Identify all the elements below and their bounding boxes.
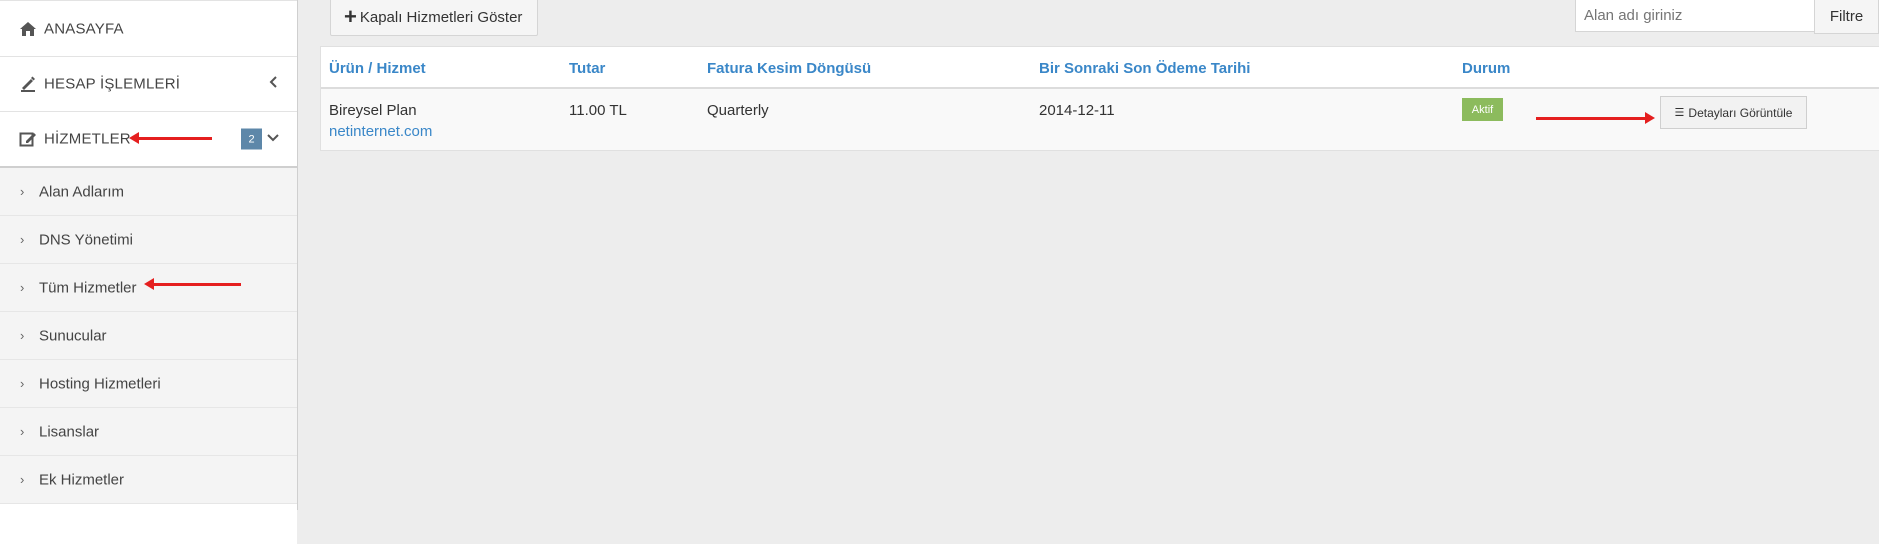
sidebar-item-lisanslar[interactable]: › Lisanslar (0, 408, 297, 456)
nav-account-label: HESAP İŞLEMLERİ (44, 75, 181, 93)
status-badge: Aktif (1462, 98, 1503, 121)
column-header-status[interactable]: Durum (1462, 60, 1510, 77)
nav-account[interactable]: HESAP İŞLEMLERİ (0, 57, 297, 112)
amount-value: 11.00 TL (569, 102, 627, 119)
chevron-left-icon (269, 75, 279, 93)
sidebar-item-label: Hosting Hizmetleri (39, 375, 161, 392)
annotation-arrow (129, 132, 212, 144)
chevron-right-icon: › (20, 471, 25, 487)
column-header-product[interactable]: Ürün / Hizmet (329, 60, 426, 77)
view-details-button[interactable]: ☰ Detayları Görüntüle (1660, 96, 1807, 129)
view-details-label: Detayları Görüntüle (1688, 105, 1793, 120)
service-domain-link[interactable]: netinternet.com (329, 123, 432, 140)
column-header-cycle[interactable]: Fatura Kesim Döngüsü (707, 60, 871, 77)
due-date-value: 2014-12-11 (1039, 102, 1115, 119)
column-header-due-date[interactable]: Bir Sonraki Son Ödeme Tarihi (1039, 60, 1250, 77)
sidebar-item-label: Sunucular (39, 327, 107, 344)
home-icon (18, 19, 38, 39)
list-icon: ☰ (1674, 107, 1685, 119)
billing-cycle-value: Quarterly (707, 102, 769, 119)
sidebar-item-label: Ek Hizmetler (39, 471, 125, 488)
sidebar-bottom-spacer (0, 504, 297, 544)
services-table: Ürün / Hizmet Tutar Fatura Kesim Döngüsü… (320, 46, 1879, 151)
sidebar-item-label: Lisanslar (39, 423, 100, 440)
sidebar: ANASAYFA HESAP İŞLEMLERİ HİZMETLER 2 › A… (0, 0, 298, 544)
nav-services-label: HİZMETLER (44, 130, 131, 148)
sidebar-item-hosting-hizmetleri[interactable]: › Hosting Hizmetleri (0, 360, 297, 408)
sidebar-item-ek-hizmetler[interactable]: › Ek Hizmetler (0, 456, 297, 504)
nav-services[interactable]: HİZMETLER 2 (0, 112, 297, 168)
annotation-arrow (144, 278, 241, 290)
annotation-arrow (1536, 112, 1655, 124)
chevron-right-icon: › (20, 231, 25, 247)
edit-icon (18, 129, 38, 149)
chevron-right-icon: › (20, 423, 25, 439)
show-closed-services-label: Kapalı Hizmetleri Göster (359, 8, 523, 26)
sidebar-item-label: Tüm Hizmetler (39, 279, 137, 296)
sidebar-item-dns-yonetimi[interactable]: › DNS Yönetimi (0, 216, 297, 264)
domain-search-input[interactable] (1575, 0, 1815, 32)
chevron-right-icon: › (20, 279, 25, 295)
sidebar-item-label: Alan Adlarım (39, 183, 125, 200)
nav-home-label: ANASAYFA (44, 20, 124, 37)
nav-home[interactable]: ANASAYFA (0, 0, 297, 57)
account-icon (18, 74, 38, 94)
sidebar-item-sunucular[interactable]: › Sunucular (0, 312, 297, 360)
filter-button[interactable]: Filtre (1814, 0, 1879, 34)
chevron-right-icon: › (20, 327, 25, 343)
sidebar-item-label: DNS Yönetimi (39, 231, 133, 248)
services-count-badge: 2 (241, 128, 262, 150)
sidebar-item-alan-adlarim[interactable]: › Alan Adlarım (0, 168, 297, 216)
show-closed-services-button[interactable]: + Kapalı Hizmetleri Göster (330, 0, 538, 36)
table-header: Ürün / Hizmet Tutar Fatura Kesim Döngüsü… (321, 47, 1879, 89)
chevron-right-icon: › (20, 183, 25, 199)
product-name: Bireysel Plan (329, 102, 417, 119)
chevron-right-icon: › (20, 375, 25, 391)
plus-icon: + (344, 4, 357, 29)
column-header-amount[interactable]: Tutar (569, 60, 605, 77)
chevron-down-icon (267, 130, 279, 148)
